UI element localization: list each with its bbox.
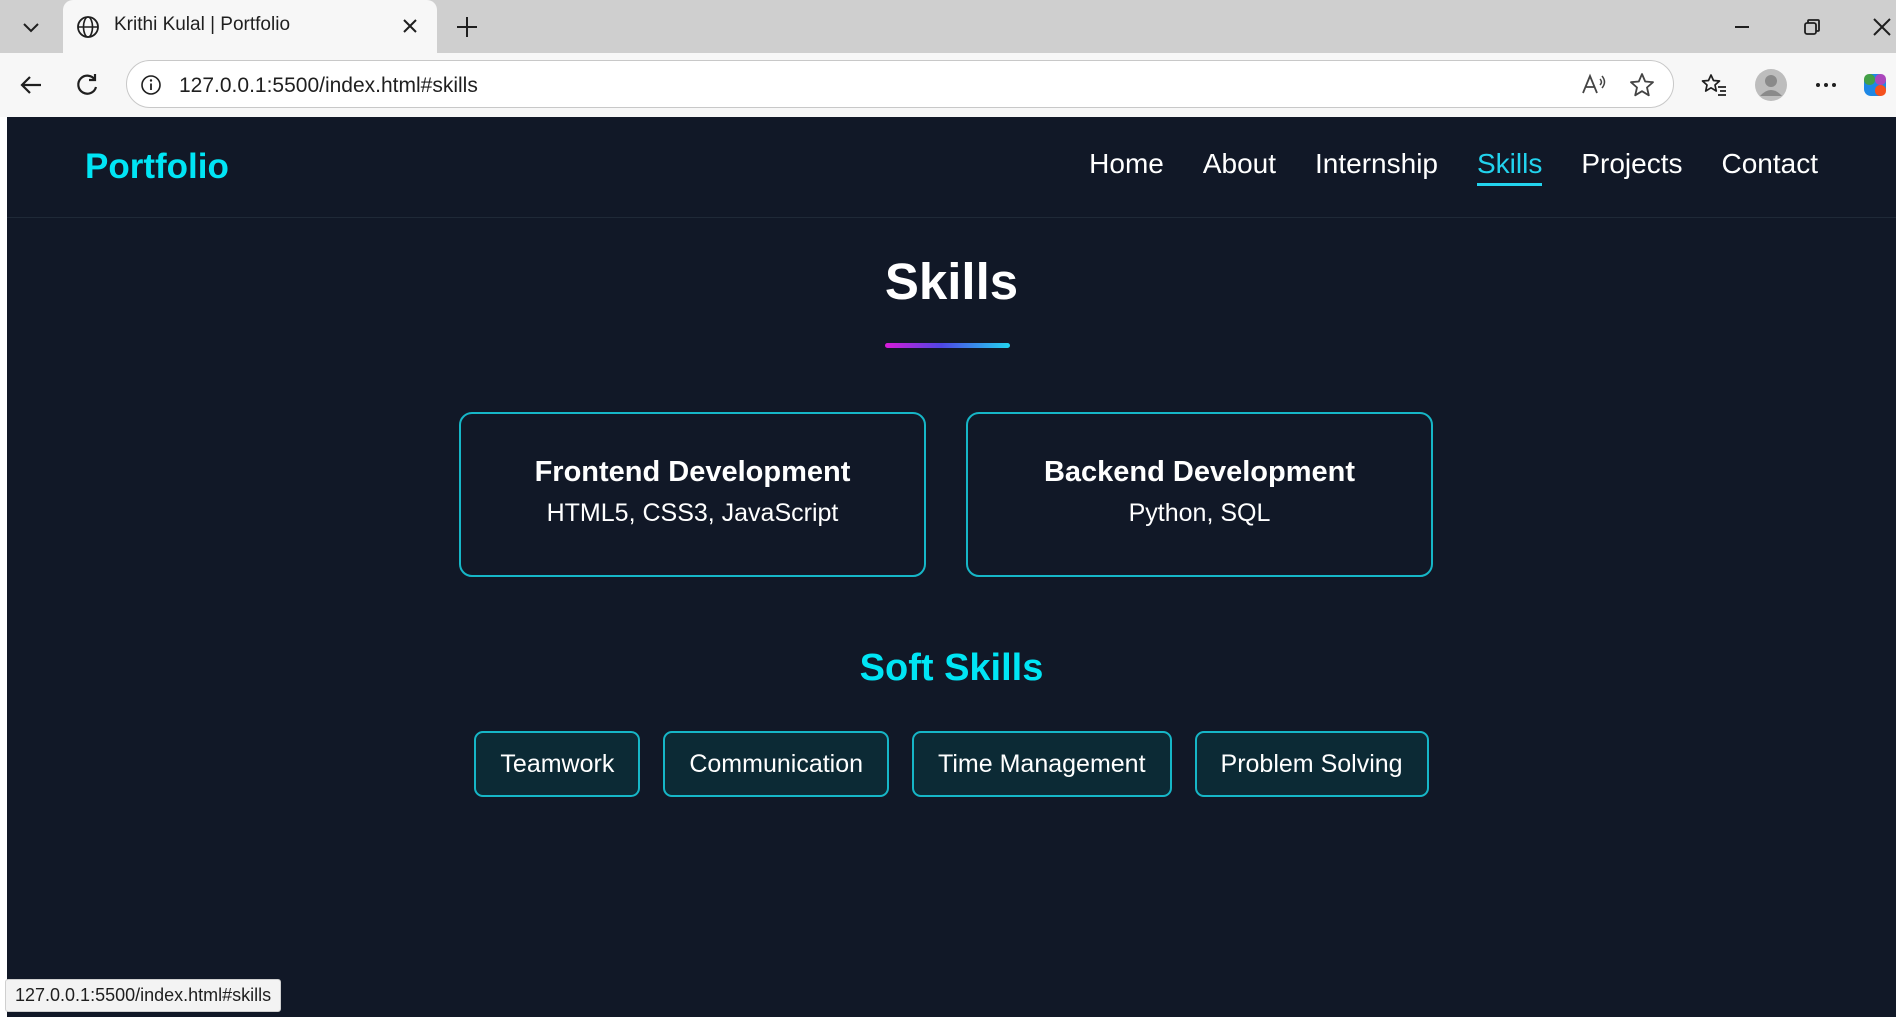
skill-card-backend: Backend Development Python, SQL — [966, 412, 1433, 577]
browser-tab[interactable]: Krithi Kulal | Portfolio — [63, 0, 437, 53]
reload-icon — [77, 74, 98, 95]
nav-link-projects[interactable]: Projects — [1581, 148, 1682, 186]
close-icon — [403, 19, 417, 33]
skill-card-frontend: Frontend Development HTML5, CSS3, JavaSc… — [459, 412, 926, 577]
skill-card-desc: HTML5, CSS3, JavaScript — [546, 499, 839, 527]
skills-heading: Skills — [884, 253, 1019, 310]
copilot-icon — [1864, 74, 1886, 96]
profile-button[interactable] — [1750, 64, 1792, 106]
tab-close-button[interactable] — [397, 13, 423, 39]
read-aloud-icon — [1582, 73, 1606, 94]
page-viewport: Portfolio Home About Internship Skills P… — [7, 117, 1896, 1017]
arrow-left-icon — [20, 76, 41, 94]
avatar-icon — [1755, 69, 1787, 101]
status-bar-url: 127.0.0.1:5500/index.html#skills — [5, 979, 282, 1012]
heading-underline — [885, 343, 1010, 348]
soft-skill-chip: Communication — [663, 731, 890, 797]
info-icon[interactable] — [139, 73, 163, 97]
tab-list-button[interactable] — [14, 10, 48, 44]
plus-icon — [457, 17, 477, 37]
soft-skill-chip: Problem Solving — [1194, 731, 1429, 797]
soft-skill-chip: Time Management — [912, 731, 1172, 797]
nav-link-contact[interactable]: Contact — [1722, 148, 1819, 186]
skill-card-title: Backend Development — [1043, 456, 1356, 488]
nav-link-home[interactable]: Home — [1089, 148, 1164, 186]
chevron-down-icon — [23, 23, 39, 33]
new-tab-button[interactable] — [450, 10, 484, 44]
skill-card-desc: Python, SQL — [1128, 499, 1271, 527]
nav-link-about[interactable]: About — [1203, 148, 1276, 186]
url-text[interactable]: 127.0.0.1:5500/index.html#skills — [179, 74, 478, 98]
restore-button[interactable] — [1790, 6, 1834, 48]
tab-title: Krithi Kulal | Portfolio — [114, 14, 291, 35]
globe-icon — [77, 16, 99, 38]
site-header: Portfolio Home About Internship Skills P… — [7, 117, 1896, 218]
site-logo[interactable]: Portfolio — [85, 147, 229, 187]
copilot-button[interactable] — [1860, 64, 1896, 106]
browser-tab-bar: Krithi Kulal | Portfolio — [0, 0, 1896, 53]
nav-link-skills[interactable]: Skills — [1477, 148, 1543, 186]
menu-button[interactable] — [1805, 64, 1847, 106]
skill-cards: Frontend Development HTML5, CSS3, JavaSc… — [459, 412, 1433, 577]
soft-skills-list: Teamwork Communication Time Management P… — [7, 731, 1896, 797]
skill-card-title: Frontend Development — [534, 456, 851, 488]
soft-skill-chip: Teamwork — [474, 731, 641, 797]
nav-link-internship[interactable]: Internship — [1315, 148, 1438, 186]
minimize-icon — [1735, 26, 1749, 28]
star-icon — [1630, 73, 1654, 97]
more-icon — [1816, 83, 1836, 87]
read-aloud-button[interactable] — [1579, 70, 1609, 100]
minimize-button[interactable] — [1720, 6, 1764, 48]
favorites-list-icon — [1701, 74, 1726, 96]
favorites-button[interactable] — [1693, 64, 1735, 106]
browser-toolbar: 127.0.0.1:5500/index.html#skills — [0, 53, 1896, 117]
reload-button[interactable] — [66, 64, 108, 106]
window-close-button[interactable] — [1860, 6, 1896, 48]
site-nav: Home About Internship Skills Projects Co… — [1089, 148, 1818, 186]
back-button[interactable] — [10, 64, 52, 106]
close-icon — [1873, 18, 1891, 36]
restore-icon — [1804, 19, 1820, 35]
favorite-button[interactable] — [1627, 70, 1657, 100]
soft-skills-heading: Soft Skills — [859, 647, 1044, 689]
address-bar[interactable]: 127.0.0.1:5500/index.html#skills — [126, 60, 1674, 108]
